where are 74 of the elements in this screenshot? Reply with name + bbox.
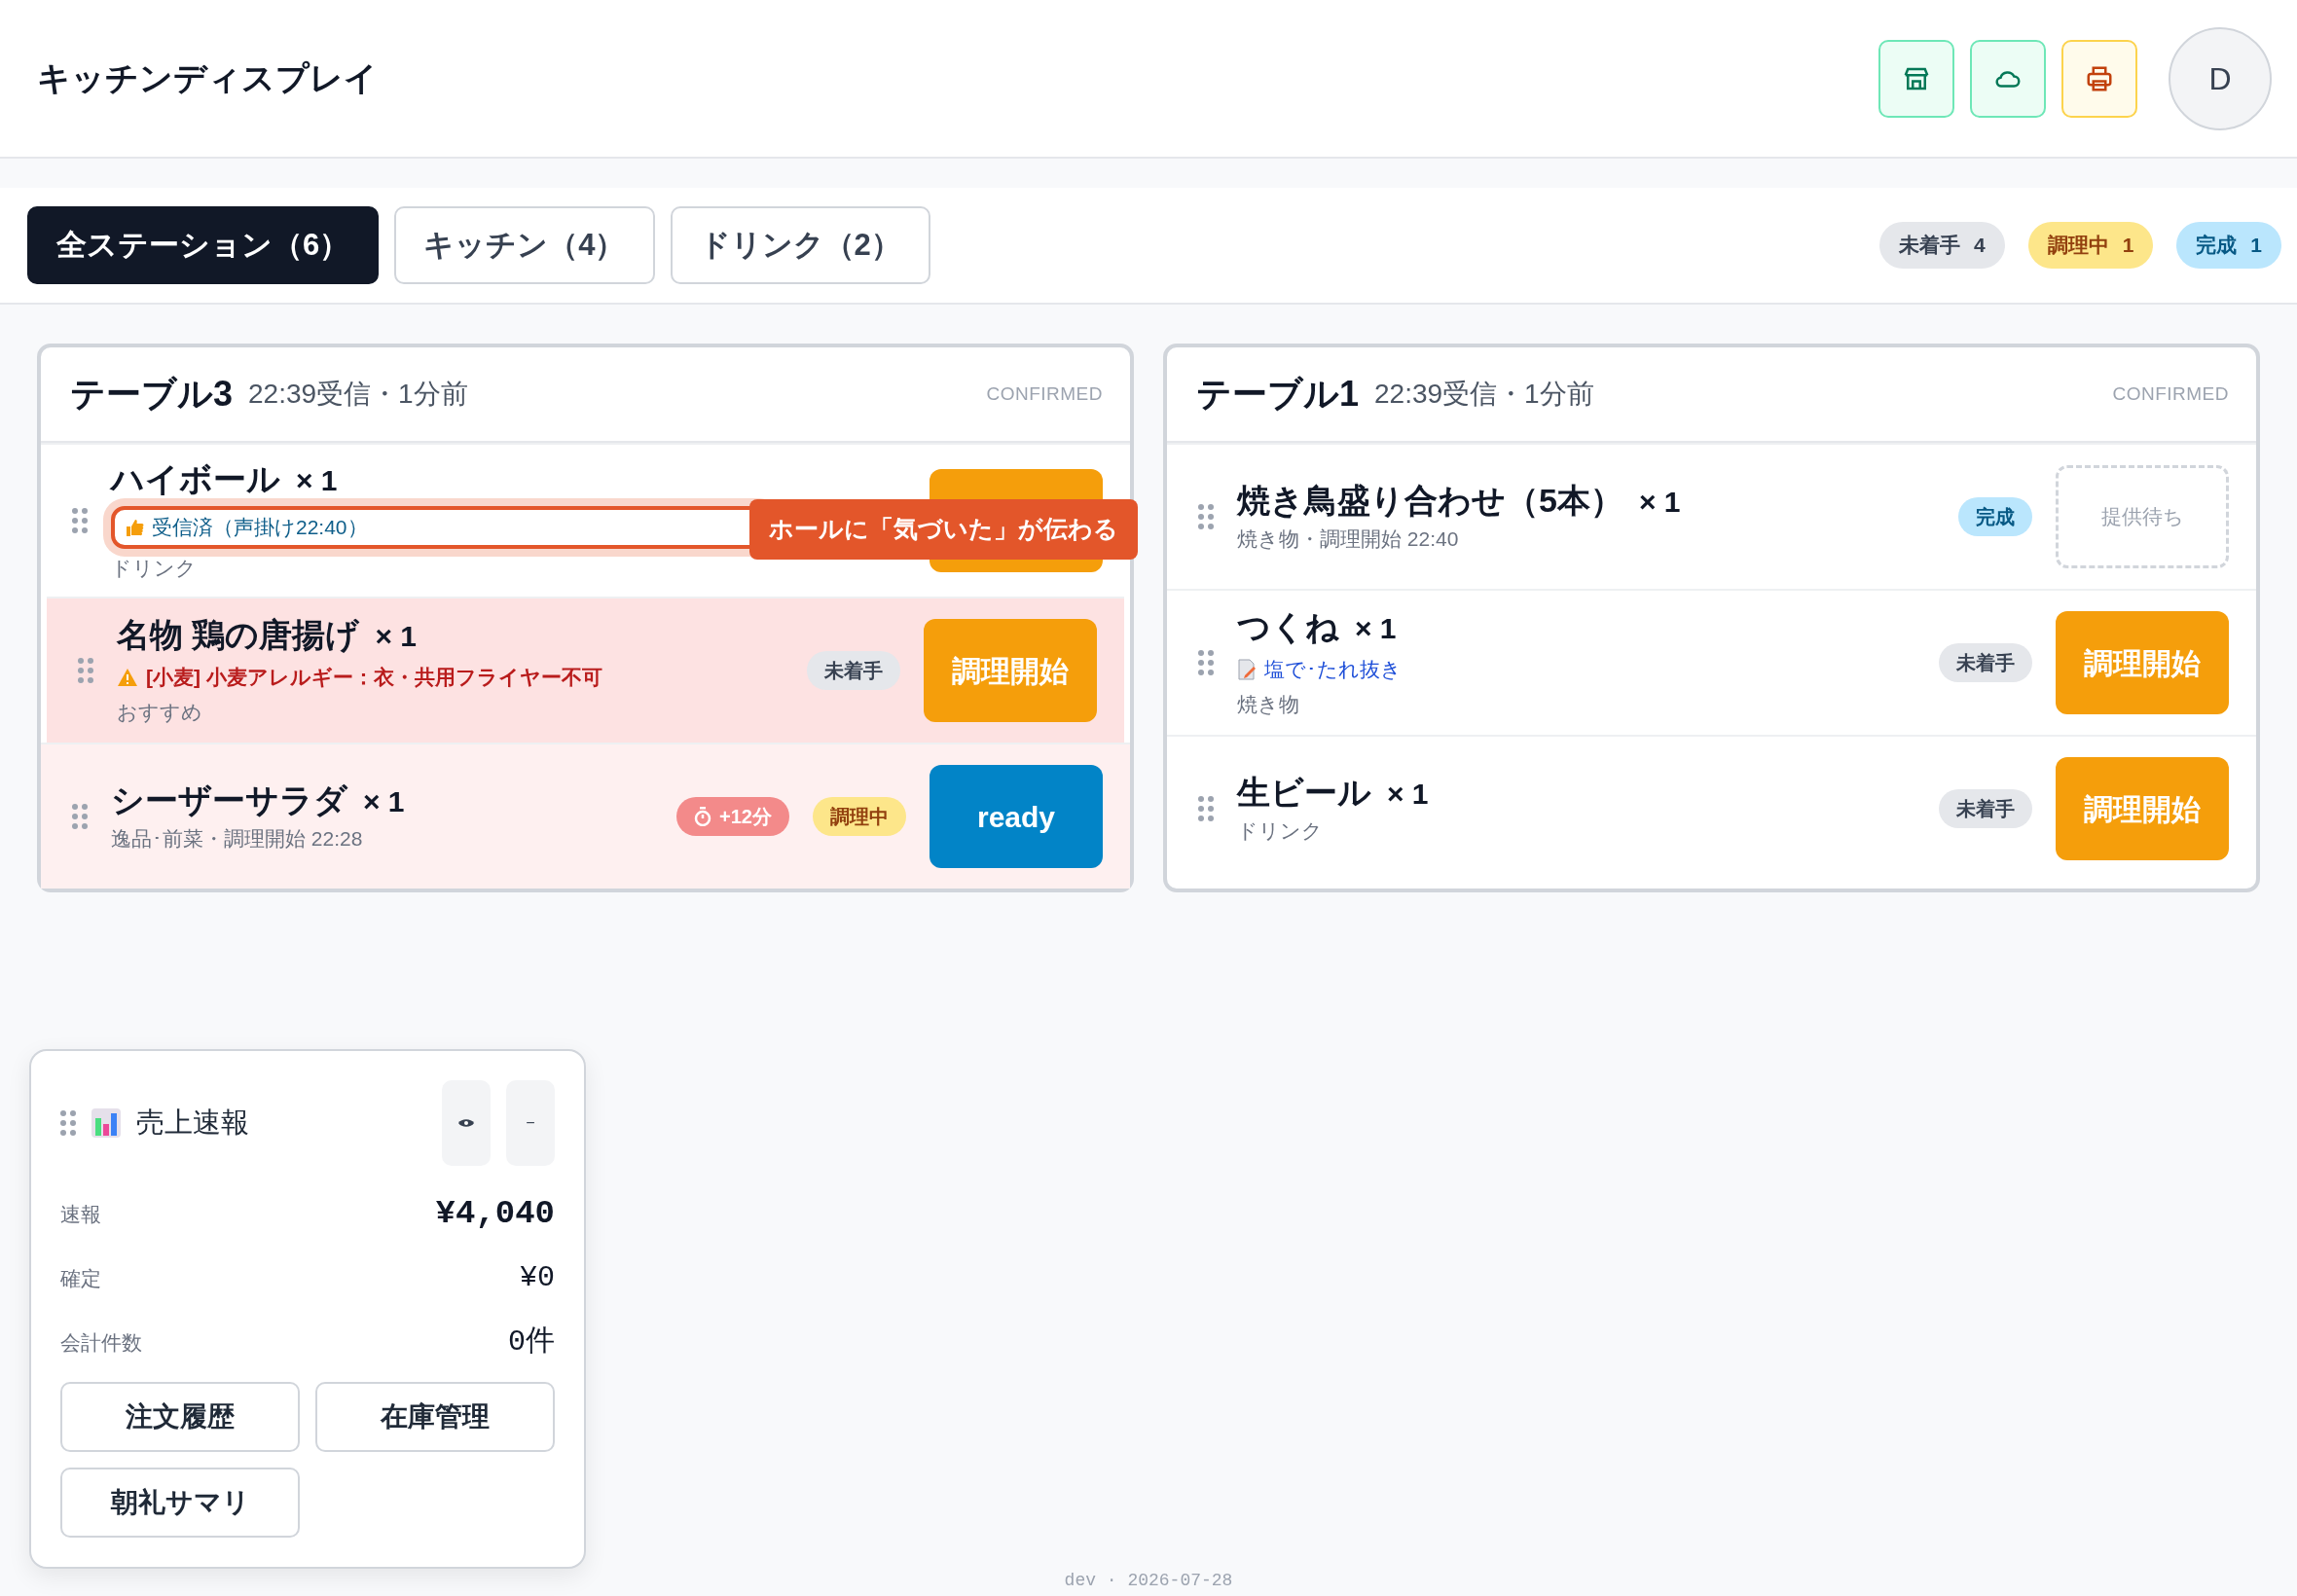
status-count: 1 — [2122, 233, 2134, 259]
item-note: 受信済（声掛け22:40） — [152, 515, 368, 540]
avatar[interactable]: D — [2169, 26, 2272, 130]
cloud-button[interactable] — [1970, 39, 2046, 118]
drag-handle-icon — [1198, 796, 1214, 821]
order-status: CONFIRMED — [2112, 381, 2229, 406]
item-name: ハイボール — [111, 459, 280, 499]
status-count: 4 — [1973, 233, 1986, 259]
drag-handle-icon — [72, 508, 88, 533]
table-name: テーブル1 — [1196, 373, 1360, 416]
item-name: 名物 鶏の唐揚げ — [117, 615, 360, 655]
timer-icon — [694, 807, 712, 826]
drag-handle-icon — [78, 658, 93, 683]
item-detail: 逸品･前菜・調理開始 22:28 — [111, 825, 364, 852]
item-detail: おすすめ — [117, 699, 203, 725]
drag-handle-icon — [1198, 650, 1214, 675]
memo-icon — [1237, 658, 1257, 680]
item-quantity: × 1 — [1387, 776, 1429, 812]
widget-title: 売上速報 — [136, 1106, 249, 1141]
item-name: 焼き鳥盛り合わせ（5本） — [1237, 480, 1623, 521]
station-tab[interactable]: 全ステーション（6） — [27, 206, 380, 284]
drag-handle-icon — [72, 804, 88, 829]
thumbs-up-icon — [125, 517, 144, 537]
metric-label: 速報 — [60, 1201, 101, 1227]
widget-button[interactable]: 注文履歴 — [60, 1382, 300, 1452]
metric-label: 確定 — [60, 1266, 101, 1291]
status-label: 完成 — [2196, 233, 2238, 259]
item-note: 塩で･たれ抜き — [1264, 657, 1402, 682]
metric-label: 会計件数 — [60, 1329, 142, 1356]
status-badge: 未着手 — [807, 651, 900, 690]
item-quantity: × 1 — [375, 619, 417, 654]
item-detail: ドリンク — [111, 555, 198, 581]
store-button[interactable] — [1878, 39, 1954, 118]
build-info: dev · 2026-07-28 — [1063, 1570, 1234, 1592]
drag-handle-icon — [1198, 504, 1214, 529]
status-badge: 完成 — [1958, 497, 2032, 536]
status-label: 調理中 — [2047, 233, 2109, 259]
item-quantity: × 1 — [296, 463, 338, 498]
received-time: 22:39受信・1分前 — [248, 378, 468, 411]
order-status: CONFIRMED — [986, 381, 1103, 406]
item-note: [小麦] 小麦アレルギー：衣・共用フライヤー不可 — [146, 665, 602, 690]
item-detail: ドリンク — [1237, 817, 1324, 844]
station-tab[interactable]: キッチン（4） — [394, 206, 655, 284]
item-quantity: × 1 — [1355, 611, 1397, 646]
status-badge: 未着手 — [1939, 789, 2032, 828]
drag-handle-icon — [60, 1110, 76, 1136]
station-tab[interactable]: ドリンク（2） — [670, 206, 930, 284]
received-time: 22:39受信・1分前 — [1374, 378, 1594, 411]
status-count: 1 — [2250, 233, 2262, 259]
overdue-time: +12分 — [719, 805, 772, 829]
printer-button[interactable] — [2061, 39, 2137, 118]
metric-value: 0件 — [508, 1324, 555, 1360]
item-detail: 焼き物 — [1237, 691, 1300, 717]
item-quantity: × 1 — [363, 783, 405, 819]
item-name: シーザーサラダ — [111, 780, 347, 820]
app-title: キッチンディスプレイ — [37, 58, 378, 98]
table-name: テーブル3 — [70, 373, 234, 416]
status-badge: 調理中 — [813, 797, 906, 836]
widget-button[interactable]: 在庫管理 — [315, 1382, 555, 1452]
item-quantity: × 1 — [1638, 484, 1681, 520]
item-name: つくね — [1237, 607, 1339, 647]
action-button[interactable]: ready — [930, 765, 1103, 868]
widget-button[interactable]: 朝礼サマリ — [60, 1468, 300, 1538]
metric-value: ¥0 — [520, 1260, 555, 1297]
callout-tooltip: ホールに「気づいた」が伝わる — [749, 499, 1138, 560]
eye-icon — [458, 1118, 474, 1128]
metric-value: ¥4,040 — [435, 1194, 555, 1234]
item-name: 生ビール — [1237, 772, 1371, 813]
minimize-button[interactable]: − — [506, 1080, 555, 1166]
warning-icon — [117, 667, 138, 687]
bar-chart-icon — [91, 1108, 121, 1138]
item-detail: 焼き物・調理開始 22:40 — [1237, 526, 1460, 552]
status-badge: 未着手 — [1939, 643, 2032, 682]
status-label: 未着手 — [1898, 233, 1960, 259]
